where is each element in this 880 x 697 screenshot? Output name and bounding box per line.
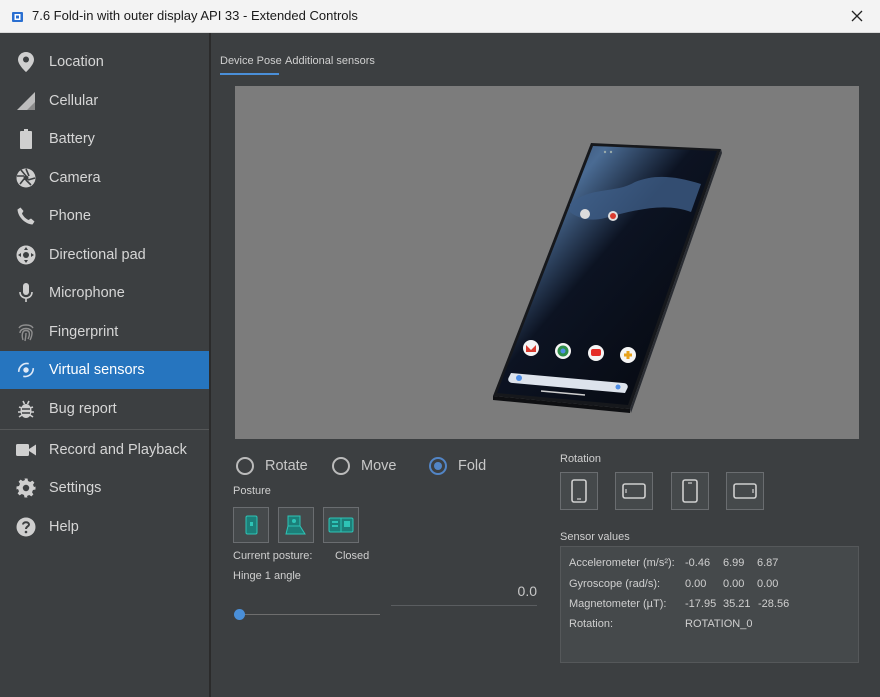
sidebar-item-label: Virtual sensors <box>49 362 145 378</box>
help-icon <box>16 517 36 537</box>
sidebar-item-virtual-sensors[interactable]: Virtual sensors <box>0 351 209 389</box>
fold-radio[interactable]: Fold <box>429 454 486 478</box>
tab-device-pose[interactable]: Device Pose <box>220 55 282 67</box>
cellular-signal-icon <box>16 91 36 111</box>
sidebar: Location Cellular Battery Camera Phone D… <box>0 33 211 697</box>
microphone-icon <box>16 283 36 303</box>
close-icon <box>851 10 863 22</box>
open-phone-icon <box>328 517 354 533</box>
rotate-radio[interactable]: Rotate <box>236 454 308 478</box>
sidebar-item-help[interactable]: Help <box>0 508 209 546</box>
sidebar-item-phone[interactable]: Phone <box>0 197 209 235</box>
device-3d-model[interactable] <box>235 86 859 439</box>
folded-phone-icon <box>245 515 258 535</box>
sidebar-item-camera[interactable]: Camera <box>0 159 209 197</box>
hinge-angle-value-field[interactable]: 0.0 <box>391 583 537 606</box>
sidebar-item-microphone[interactable]: Microphone <box>0 274 209 312</box>
sensor-values-label: Sensor values <box>560 531 630 543</box>
sidebar-item-cellular[interactable]: Cellular <box>0 82 209 120</box>
hinge-angle-slider-track[interactable] <box>239 614 380 615</box>
sidebar-item-label: Record and Playback <box>49 442 187 458</box>
posture-label: Posture <box>233 485 271 497</box>
video-camera-icon <box>16 440 36 460</box>
posture-half-open-button[interactable] <box>278 507 314 543</box>
sidebar-divider <box>0 429 209 430</box>
sidebar-item-label: Microphone <box>49 285 125 301</box>
sidebar-item-label: Battery <box>49 131 95 147</box>
extended-controls-window: 7.6 Fold-in with outer display API 33 - … <box>0 0 880 697</box>
rotate-reverse-portrait-button[interactable] <box>671 472 709 510</box>
fingerprint-icon <box>16 322 36 342</box>
sidebar-item-label: Settings <box>49 480 102 496</box>
current-posture-label: Current posture: <box>233 550 313 562</box>
sensor-values-panel: Accelerometer (m/s²): -0.46 6.99 6.87 Gy… <box>560 546 859 663</box>
virtual-sensors-panel: Device Pose Additional sensors Rotate Mo… <box>211 33 880 697</box>
sidebar-item-label: Location <box>49 54 104 70</box>
close-button[interactable] <box>834 0 880 32</box>
sidebar-item-battery[interactable]: Battery <box>0 120 209 158</box>
location-pin-icon <box>16 52 36 72</box>
sidebar-item-label: Fingerprint <box>49 324 119 340</box>
portrait-phone-icon <box>571 479 587 503</box>
sidebar-item-settings[interactable]: Settings <box>0 469 209 507</box>
title-bar: 7.6 Fold-in with outer display API 33 - … <box>0 0 880 33</box>
rotate-landscape-right-button[interactable] <box>726 472 764 510</box>
device-pose-viewport[interactable] <box>235 86 859 439</box>
sidebar-item-label: Directional pad <box>49 247 146 263</box>
emulator-app-icon <box>12 10 23 22</box>
hinge-angle-slider-thumb[interactable] <box>234 609 245 620</box>
virtual-sensors-icon <box>16 360 36 380</box>
move-radio[interactable]: Move <box>332 454 396 478</box>
tab-additional-sensors[interactable]: Additional sensors <box>285 55 375 67</box>
sidebar-item-label: Help <box>49 519 79 535</box>
sidebar-item-label: Camera <box>49 170 101 186</box>
battery-icon <box>16 129 36 149</box>
rotation-label: Rotation <box>560 453 601 465</box>
current-posture-value: Closed <box>335 550 370 562</box>
phone-icon <box>16 206 36 226</box>
sidebar-item-label: Cellular <box>49 93 99 109</box>
window-title: 7.6 Fold-in with outer display API 33 - … <box>32 8 358 23</box>
landscape-left-phone-icon <box>622 483 646 499</box>
gear-icon <box>16 478 36 498</box>
rotate-portrait-button[interactable] <box>560 472 598 510</box>
sidebar-item-location[interactable]: Location <box>0 43 209 81</box>
dpad-icon <box>16 245 36 265</box>
sidebar-item-fingerprint[interactable]: Fingerprint <box>0 313 209 351</box>
posture-open-button[interactable] <box>323 507 359 543</box>
reverse-portrait-phone-icon <box>682 479 698 503</box>
hinge-angle-label: Hinge 1 angle <box>233 570 301 582</box>
active-tab-indicator <box>220 73 279 75</box>
bug-icon <box>16 399 36 419</box>
sidebar-item-label: Phone <box>49 208 91 224</box>
sidebar-item-label: Bug report <box>49 401 117 417</box>
landscape-right-phone-icon <box>733 483 757 499</box>
sidebar-item-directional-pad[interactable]: Directional pad <box>0 236 209 274</box>
half-open-phone-icon <box>285 515 306 535</box>
rotate-landscape-left-button[interactable] <box>615 472 653 510</box>
posture-closed-button[interactable] <box>233 507 269 543</box>
sidebar-item-bug-report[interactable]: Bug report <box>0 390 209 428</box>
camera-aperture-icon <box>16 168 36 188</box>
sidebar-item-record-and-playback[interactable]: Record and Playback <box>0 431 209 469</box>
